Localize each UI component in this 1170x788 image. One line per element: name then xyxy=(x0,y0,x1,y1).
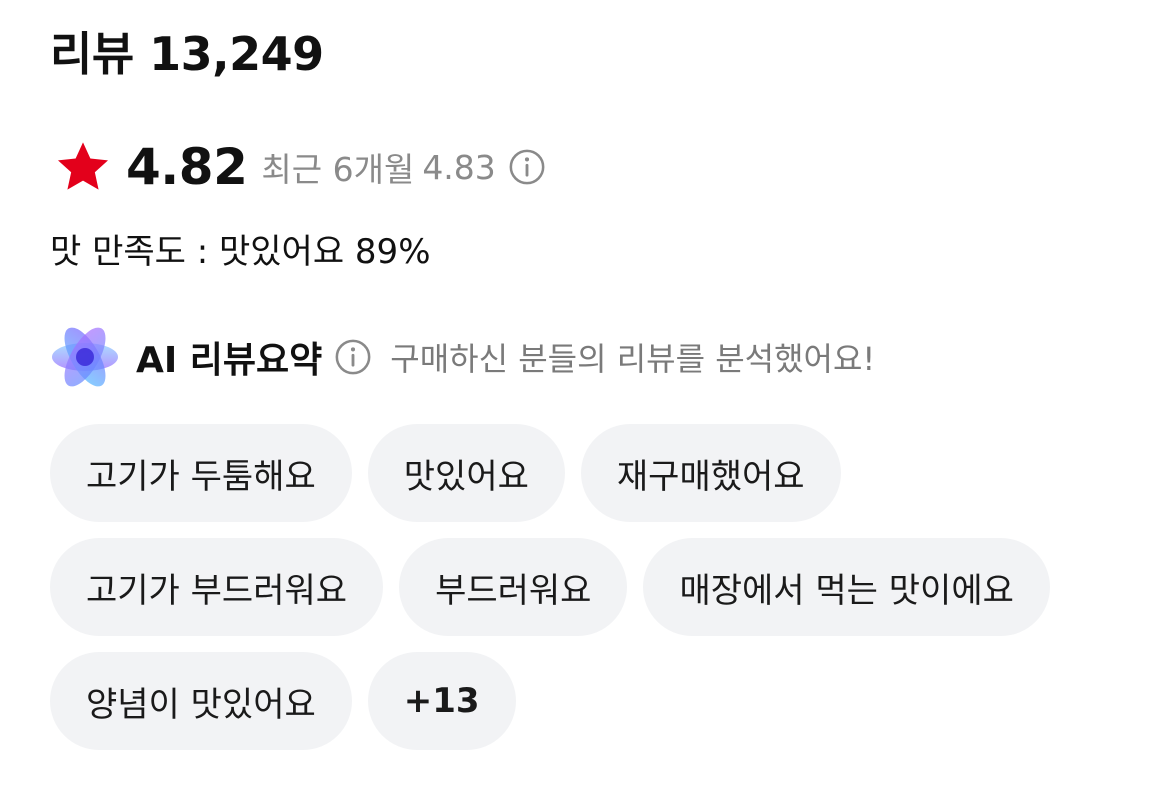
review-tag-chip[interactable]: 재구매했어요 xyxy=(580,424,841,522)
ai-summary-title: AI 리뷰요약 xyxy=(136,340,323,381)
ai-logo-icon xyxy=(52,327,118,387)
ai-summary-header: AI 리뷰요약 구매하신 분들의 리뷰를 분석했어요! xyxy=(50,322,875,392)
review-tag-chip[interactable]: 양념이 맛있어요 xyxy=(50,652,352,750)
info-icon[interactable] xyxy=(334,338,372,376)
rating-score: 4.82 xyxy=(126,138,248,196)
more-tags-button[interactable]: +13 xyxy=(367,652,516,750)
review-count-title: 리뷰 13,249 xyxy=(50,27,324,81)
rating-row: 4.82 최근 6개월 4.83 xyxy=(54,138,546,196)
info-icon[interactable] xyxy=(508,148,546,186)
review-tag-chip[interactable]: 고기가 두툼해요 xyxy=(50,424,352,522)
review-tag-chip[interactable]: 맛있어요 xyxy=(367,424,565,522)
review-tag-chip[interactable]: 부드러워요 xyxy=(399,538,628,636)
recent-rating-label: 최근 6개월 xyxy=(261,150,415,189)
recent-rating-score: 4.83 xyxy=(422,147,496,187)
taste-satisfaction: 맛 만족도 : 맛있어요 89% xyxy=(50,232,431,272)
review-tag-chip[interactable]: 고기가 부드러워요 xyxy=(50,538,384,636)
ai-summary-description: 구매하신 분들의 리뷰를 분석했어요! xyxy=(390,340,876,378)
star-icon xyxy=(57,142,109,190)
review-tag-chip[interactable]: 매장에서 먹는 맛이에요 xyxy=(643,538,1050,636)
review-tag-list: 고기가 두툼해요 맛있어요 재구매했어요 고기가 부드러워요 부드러워요 매장에… xyxy=(50,424,1130,750)
